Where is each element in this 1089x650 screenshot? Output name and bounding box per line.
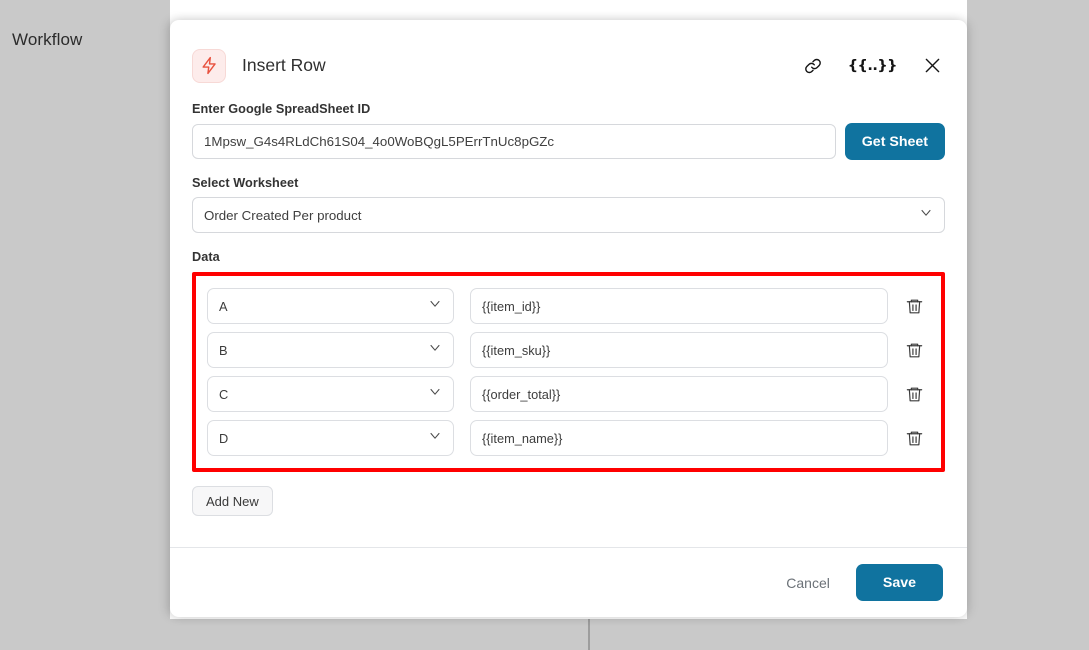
value-input[interactable] [470, 288, 888, 324]
variables-icon[interactable]: {{..}} [848, 58, 898, 74]
column-select-wrap: B [207, 332, 454, 368]
data-row: D [207, 420, 931, 456]
value-input[interactable] [470, 332, 888, 368]
column-select-wrap: A [207, 288, 454, 324]
save-button[interactable]: Save [855, 564, 943, 601]
spreadsheet-id-input[interactable] [192, 124, 836, 159]
modal-body: Enter Google SpreadSheet ID Get Sheet Se… [170, 90, 967, 547]
worksheet-select-wrap: Order Created Per product [192, 197, 945, 233]
spreadsheet-id-label: Enter Google SpreadSheet ID [192, 102, 371, 116]
modal-title: Insert Row [242, 55, 326, 75]
link-icon[interactable] [803, 56, 823, 76]
canvas-left-panel [0, 0, 170, 619]
lightning-bolt-icon [192, 48, 226, 83]
column-select[interactable]: D [207, 420, 454, 456]
add-new-button[interactable]: Add New [192, 486, 273, 516]
cancel-button[interactable]: Cancel [778, 569, 838, 597]
data-row: A [207, 288, 931, 324]
canvas-right-panel [967, 0, 1089, 619]
data-label: Data [192, 250, 220, 264]
value-input[interactable] [470, 376, 888, 412]
insert-row-modal: Insert Row {{..}} Enter Google SpreadShe… [170, 20, 967, 617]
data-row: C [207, 376, 931, 412]
data-rows-highlight-box: A B [192, 272, 945, 472]
modal-footer: Cancel Save [170, 547, 967, 617]
modal-header-actions: {{..}} [803, 55, 945, 76]
workflow-title: Workflow [12, 30, 83, 49]
spreadsheet-id-row: Get Sheet [192, 123, 945, 160]
delete-row-button[interactable] [897, 333, 931, 367]
worksheet-select[interactable]: Order Created Per product [192, 197, 945, 233]
column-select[interactable]: B [207, 332, 454, 368]
column-select-wrap: D [207, 420, 454, 456]
data-row: B [207, 332, 931, 368]
modal-header: Insert Row {{..}} [170, 20, 967, 90]
delete-row-button[interactable] [897, 289, 931, 323]
worksheet-label: Select Worksheet [192, 176, 299, 190]
column-select[interactable]: C [207, 376, 454, 412]
canvas-divider-line [588, 619, 590, 650]
get-sheet-button[interactable]: Get Sheet [844, 123, 945, 160]
delete-row-button[interactable] [897, 377, 931, 411]
close-icon[interactable] [922, 55, 943, 76]
value-input[interactable] [470, 420, 888, 456]
delete-row-button[interactable] [897, 421, 931, 455]
column-select-wrap: C [207, 376, 454, 412]
column-select[interactable]: A [207, 288, 454, 324]
